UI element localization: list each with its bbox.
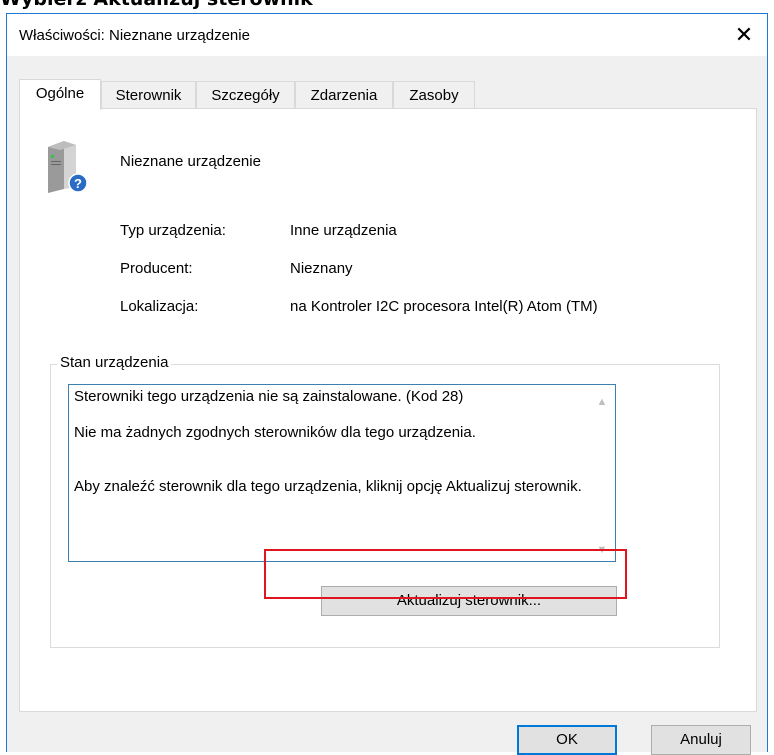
device-name: Nieznane urządzenie <box>120 153 261 170</box>
tab-driver[interactable]: Sterownik <box>101 81 196 108</box>
general-tab-panel: ? Nieznane urządzenie Typ urządzenia: In… <box>19 108 757 712</box>
dialog-title: Właściwości: Nieznane urządzenie <box>19 27 250 44</box>
tab-events[interactable]: Zdarzenia <box>295 81 393 108</box>
manufacturer-value: Nieznany <box>290 260 353 277</box>
device-type-label: Typ urządzenia: <box>120 222 226 239</box>
device-status-caption: Stan urządzenia <box>57 354 172 371</box>
close-button[interactable]: ✕ <box>721 14 767 56</box>
tab-general[interactable]: Ogólne <box>19 79 101 110</box>
manufacturer-label: Producent: <box>120 260 193 277</box>
tab-resources[interactable]: Zasoby <box>393 81 475 108</box>
tab-details[interactable]: Szczegóły <box>196 81 295 108</box>
device-type-value: Inne urządzenia <box>290 222 397 239</box>
title-bar: Właściwości: Nieznane urządzenie ✕ <box>7 14 767 56</box>
location-value: na Kontroler I2C procesora Intel(R) Atom… <box>290 298 598 315</box>
status-line: Aby znaleźć sterownik dla tego urządzeni… <box>74 478 582 495</box>
highlight-frame <box>264 549 627 599</box>
location-label: Lokalizacja: <box>120 298 199 315</box>
status-line: Sterowniki tego urządzenia nie są zainst… <box>74 388 464 405</box>
ok-button[interactable]: OK <box>517 725 617 755</box>
svg-text:?: ? <box>74 176 82 191</box>
close-icon: ✕ <box>734 22 754 47</box>
device-status-text[interactable]: Sterowniki tego urządzenia nie są zainst… <box>68 384 616 562</box>
properties-dialog: Właściwości: Nieznane urządzenie ✕ Ogóln… <box>6 13 768 755</box>
page-heading: Wybierz Aktualizuj sterownik <box>0 0 313 12</box>
cancel-button[interactable]: Anuluj <box>651 725 751 755</box>
unknown-device-icon: ? <box>48 141 88 193</box>
status-line: Nie ma żadnych zgodnych sterowników dla … <box>74 424 476 441</box>
device-status-group: Stan urządzenia Sterowniki tego urządzen… <box>50 354 720 648</box>
scroll-up-arrow-icon[interactable]: ▲ <box>595 393 609 408</box>
